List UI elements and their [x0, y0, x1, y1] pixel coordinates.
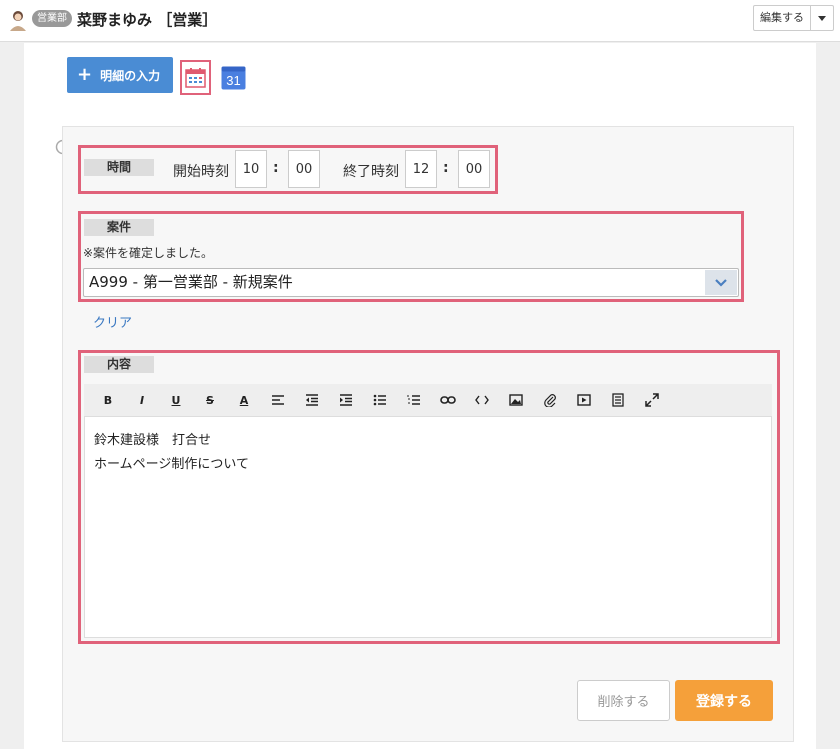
numbered-list-button[interactable] — [397, 384, 431, 416]
end-time-separator: : — [443, 160, 449, 176]
align-left-button[interactable] — [261, 384, 295, 416]
justify-icon — [612, 393, 624, 407]
google-calendar-icon[interactable]: 31 — [221, 66, 246, 90]
content-line: 鈴木建設様 打合せ — [94, 433, 212, 448]
case-section-label: 案件 — [84, 219, 154, 236]
plus-icon: + — [77, 64, 93, 85]
start-hour-input[interactable]: 10 — [235, 150, 267, 188]
underline-button[interactable]: U — [159, 384, 193, 416]
font-color-button[interactable]: A — [227, 384, 261, 416]
italic-button[interactable]: I — [125, 384, 159, 416]
editor-toolbar: B I U S A — [84, 384, 772, 416]
code-button[interactable] — [465, 384, 499, 416]
content-editor[interactable]: 鈴木建設様 打合せ ホームページ制作について — [84, 416, 772, 638]
end-hour-input[interactable]: 12 — [405, 150, 437, 188]
expand-icon — [645, 393, 659, 407]
start-time-separator: : — [273, 160, 279, 176]
outdent-button[interactable] — [295, 384, 329, 416]
image-icon — [509, 394, 523, 406]
attachment-button[interactable] — [533, 384, 567, 416]
case-confirmed-note: ※案件を確定しました。 — [83, 246, 214, 260]
bold-button[interactable]: B — [91, 384, 125, 416]
start-time-label: 開始時刻 — [173, 164, 229, 180]
edit-button-group: 編集する — [753, 5, 834, 31]
indent-icon — [340, 394, 352, 406]
bullet-list-button[interactable] — [363, 384, 397, 416]
department-badge: 営業部 — [32, 10, 72, 27]
bullet-list-icon — [373, 394, 386, 406]
content-line: ホームページ制作について — [94, 457, 249, 472]
clear-case-link[interactable]: クリア — [93, 312, 132, 331]
submit-button[interactable]: 登録する — [675, 680, 773, 721]
end-minute-input[interactable]: 00 — [458, 150, 490, 188]
justify-button[interactable] — [601, 384, 635, 416]
calendar-button[interactable] — [180, 60, 211, 95]
chevron-down-icon — [715, 278, 727, 287]
time-section-label: 時間 — [84, 159, 154, 176]
strikethrough-button[interactable]: S — [193, 384, 227, 416]
chevron-down-icon — [818, 15, 826, 21]
google-calendar-day: 31 — [226, 73, 240, 88]
calendar-icon — [185, 68, 206, 88]
numbered-list-icon — [407, 395, 420, 405]
paperclip-icon — [544, 394, 556, 407]
end-time-label: 終了時刻 — [343, 164, 399, 180]
user-name: 菜野まゆみ ［営業］ — [77, 11, 218, 29]
indent-button[interactable] — [329, 384, 363, 416]
edit-button[interactable]: 編集する — [754, 6, 811, 30]
user-avatar-icon — [10, 11, 26, 31]
start-minute-input[interactable]: 00 — [288, 150, 320, 188]
link-icon — [440, 396, 456, 404]
outdent-icon — [306, 394, 318, 406]
delete-button[interactable]: 削除する — [577, 680, 670, 721]
fullscreen-button[interactable] — [635, 384, 669, 416]
video-icon — [577, 394, 591, 406]
case-select-value: A999 - 第一営業部 - 新規案件 — [89, 273, 293, 291]
image-button[interactable] — [499, 384, 533, 416]
link-button[interactable] — [431, 384, 465, 416]
case-select-toggle[interactable] — [705, 270, 737, 295]
add-detail-label: 明細の入力 — [100, 68, 161, 83]
align-left-icon — [272, 395, 284, 405]
add-detail-button[interactable]: + 明細の入力 — [67, 57, 173, 93]
edit-dropdown-button[interactable] — [811, 6, 833, 30]
content-section-label: 内容 — [84, 356, 154, 373]
code-icon — [475, 395, 489, 405]
video-button[interactable] — [567, 384, 601, 416]
top-bar: 営業部 菜野まゆみ ［営業］ 編集する — [0, 0, 840, 42]
case-select[interactable]: A999 - 第一営業部 - 新規案件 — [83, 268, 739, 297]
